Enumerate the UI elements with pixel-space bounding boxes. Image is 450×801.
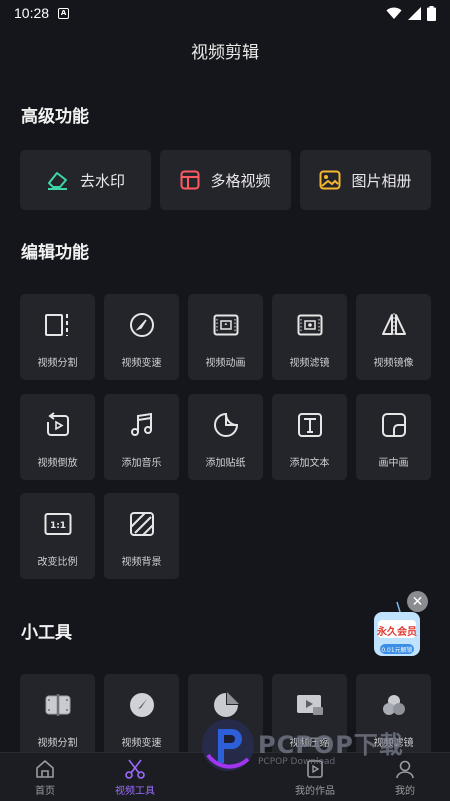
tool-picture-in-picture[interactable]: 画中画 [356,394,431,480]
tool-video-background[interactable]: 视频背景 [104,493,179,579]
small-tool-video-speed[interactable]: 视频变速 [104,674,179,760]
nav-home-label: 首页 [35,786,55,797]
signal-icon [408,6,421,20]
tool-video-split[interactable]: 视频分割 [20,294,95,380]
music-note-icon [127,410,157,440]
tool-label: 添加文本 [289,458,330,469]
mirror-icon [379,310,409,340]
sticker-icon [211,410,241,440]
tool-label: 视频动画 [205,358,246,369]
wifi-icon [386,7,402,19]
tool-label: 视频背景 [121,557,162,568]
ratio-icon: 1:1 [43,509,73,539]
tool-label: 视频变速 [121,738,162,749]
split-icon [43,310,73,340]
tool-label: 添加贴纸 [205,458,246,469]
tool-video-speed[interactable]: 视频变速 [104,294,179,380]
tool-add-sticker[interactable]: 添加贴纸 [188,394,263,480]
svg-text:1:1: 1:1 [49,521,65,531]
multi-grid-video-label: 多格视频 [210,171,271,190]
promo-close-button[interactable]: ✕ [407,591,428,612]
photo-album-card[interactable]: 图片相册 [300,150,431,210]
multi-grid-video-card[interactable]: 多格视频 [160,150,291,210]
section-title-advanced: 高级功能 [21,107,89,127]
tool-label: 视频镜像 [373,358,414,369]
split-3d-icon [43,690,73,720]
scissors-icon [124,758,146,780]
tool-add-text[interactable]: 添加文本 [272,394,347,480]
tool-label: 视频分割 [37,738,78,749]
status-icons [386,5,436,21]
home-icon [34,758,56,780]
speed-3d-icon [127,690,157,720]
notification-icon: A [58,7,70,19]
tool-video-reverse[interactable]: 视频倒放 [20,394,95,480]
filter-icon [295,310,325,340]
tool-label: 画中画 [378,458,409,469]
tool-label: 视频分割 [37,358,78,369]
remove-watermark-label: 去水印 [79,171,125,190]
grid-layout-icon [180,170,200,190]
remove-watermark-card[interactable]: 去水印 [20,150,151,210]
section-title-edit: 编辑功能 [21,243,89,263]
speedometer-icon [127,310,157,340]
page-title: 视频剪辑 [191,43,259,63]
status-bar: 10:28 A [0,0,450,26]
photo-album-label: 图片相册 [351,171,412,190]
background-icon [127,509,157,539]
tool-label: 改变比例 [37,557,78,568]
vip-promo-subtitle: 0.01元解锁 [381,647,413,654]
picture-in-picture-icon [379,410,409,440]
tool-label: 视频滤镜 [289,358,330,369]
watermark-logo-icon [202,719,254,771]
section-title-small-tools: 小工具 [21,623,72,643]
tool-change-ratio[interactable]: 1:1 改变比例 [20,493,95,579]
watermark-subtext: PCPOP Download [258,757,336,767]
tool-label: 视频倒放 [37,458,78,469]
small-tool-video-split[interactable]: 视频分割 [20,674,95,760]
tool-video-mirror[interactable]: 视频镜像 [356,294,431,380]
site-watermark: PCPOP下载 PCPOP Download [200,715,450,775]
tool-video-animation[interactable]: 视频动画 [188,294,263,380]
nav-mine-label: 我的 [395,786,415,797]
animation-icon [211,310,241,340]
close-icon: ✕ [411,593,424,610]
eraser-icon [47,172,67,190]
tool-label: 视频变速 [121,358,162,369]
watermark-text: PCPOP下载 [258,731,404,759]
battery-icon [427,5,436,21]
reverse-play-icon [43,410,73,440]
status-time: 10:28 [14,5,50,21]
nav-my-works-label: 我的作品 [295,786,335,797]
nav-video-tools-label: 视频工具 [115,786,155,797]
vip-promo-title: 永久会员 [377,627,417,638]
tool-label: 添加音乐 [121,458,162,469]
text-icon [295,410,325,440]
image-album-icon [319,170,341,190]
tool-video-filter[interactable]: 视频滤镜 [272,294,347,380]
nav-video-tools[interactable]: 视频工具 [90,753,180,801]
nav-home[interactable]: 首页 [0,753,90,801]
tool-add-music[interactable]: 添加音乐 [104,394,179,480]
